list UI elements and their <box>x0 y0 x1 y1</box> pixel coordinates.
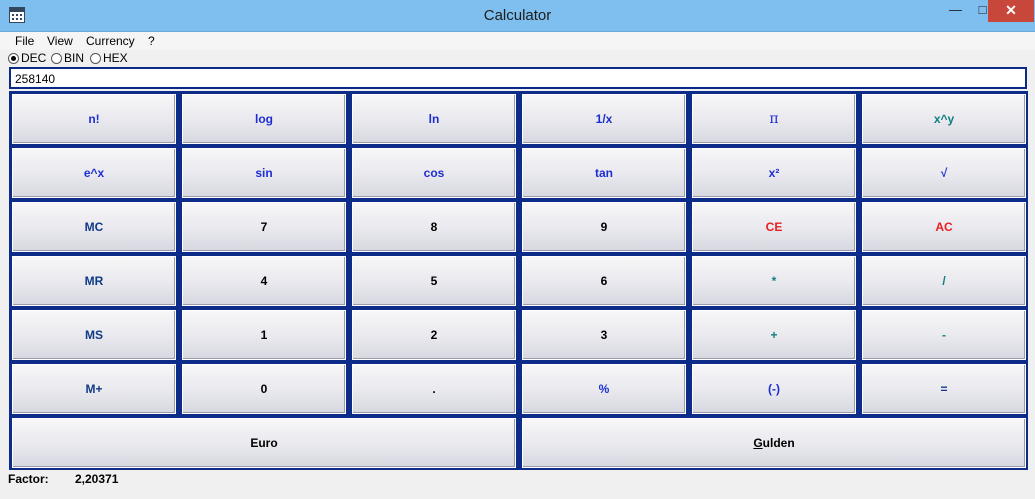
status-bar: Factor: 2,20371 <box>0 470 1035 499</box>
key-memory-store[interactable]: MS <box>11 309 177 361</box>
key-all-clear[interactable]: AC <box>861 201 1027 253</box>
key-1[interactable]: 1 <box>181 309 347 361</box>
key-3[interactable]: 3 <box>521 309 687 361</box>
key-2[interactable]: 2 <box>351 309 517 361</box>
menu-view[interactable]: View <box>47 34 73 48</box>
menu-help[interactable]: ? <box>148 34 155 48</box>
key-subtract[interactable]: - <box>861 309 1027 361</box>
key-7[interactable]: 7 <box>181 201 347 253</box>
key-reciprocal[interactable]: 1/x <box>521 93 687 145</box>
key-6[interactable]: 6 <box>521 255 687 307</box>
key-multiply[interactable]: * <box>691 255 857 307</box>
keypad: n! log ln 1/x π x^y e^x sin cos tan x² √… <box>9 91 1028 470</box>
key-power[interactable]: x^y <box>861 93 1027 145</box>
title-bar: Calculator — □ ✕ <box>0 0 1035 32</box>
factor-value: 2,20371 <box>75 472 119 486</box>
window-title: Calculator <box>483 7 552 24</box>
key-euro[interactable]: Euro <box>11 417 517 469</box>
radio-bin[interactable]: BIN <box>51 51 84 65</box>
key-log[interactable]: log <box>181 93 347 145</box>
factor-label: Factor: <box>8 472 49 486</box>
key-divide[interactable]: / <box>861 255 1027 307</box>
key-ln[interactable]: ln <box>351 93 517 145</box>
key-9[interactable]: 9 <box>521 201 687 253</box>
key-0[interactable]: 0 <box>181 363 347 415</box>
key-cos[interactable]: cos <box>351 147 517 199</box>
radio-dec-dot[interactable] <box>8 52 19 64</box>
radio-dec[interactable]: DEC <box>8 51 46 65</box>
display-value: 258140 <box>15 72 56 86</box>
radio-bin-dot[interactable] <box>51 52 62 64</box>
key-sqrt[interactable]: √ <box>861 147 1027 199</box>
key-gulden-label: ulden <box>762 436 795 450</box>
result-display[interactable]: 258140 <box>9 67 1027 89</box>
radio-bin-label: BIN <box>64 51 85 65</box>
radio-dec-label: DEC <box>21 51 47 65</box>
key-clear-entry[interactable]: CE <box>691 201 857 253</box>
key-decimal[interactable]: . <box>351 363 517 415</box>
key-tan[interactable]: tan <box>521 147 687 199</box>
key-percent[interactable]: % <box>521 363 687 415</box>
menu-file[interactable]: File <box>15 34 34 48</box>
minimize-button[interactable]: — <box>942 0 969 22</box>
key-factorial[interactable]: n! <box>11 93 177 145</box>
menu-currency[interactable]: Currency <box>86 34 135 48</box>
key-pi[interactable]: π <box>691 93 857 145</box>
key-add[interactable]: + <box>691 309 857 361</box>
key-gulden[interactable]: Gulden <box>521 417 1027 469</box>
key-sin[interactable]: sin <box>181 147 347 199</box>
key-gulden-mnemonic: G <box>753 436 763 450</box>
key-exp[interactable]: e^x <box>11 147 177 199</box>
key-memory-clear[interactable]: MC <box>11 201 177 253</box>
key-equals[interactable]: = <box>861 363 1027 415</box>
key-5[interactable]: 5 <box>351 255 517 307</box>
radio-hex-dot[interactable] <box>90 52 101 64</box>
key-memory-recall[interactable]: MR <box>11 255 177 307</box>
key-memory-add[interactable]: M+ <box>11 363 177 415</box>
menu-bar: File View Currency ? <box>0 32 1035 50</box>
key-8[interactable]: 8 <box>351 201 517 253</box>
radio-hex[interactable]: HEX <box>90 51 128 65</box>
key-negate[interactable]: (-) <box>691 363 857 415</box>
key-4[interactable]: 4 <box>181 255 347 307</box>
close-button[interactable]: ✕ <box>988 0 1034 22</box>
key-square[interactable]: x² <box>691 147 857 199</box>
radio-hex-label: HEX <box>103 51 128 65</box>
